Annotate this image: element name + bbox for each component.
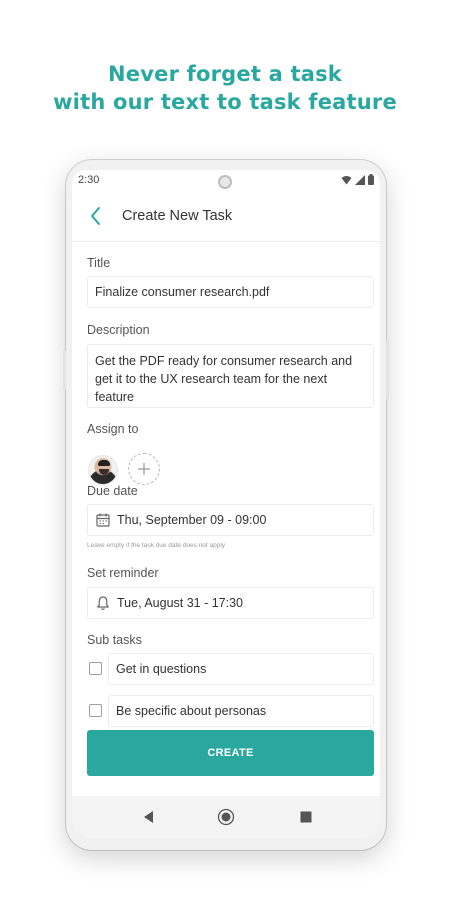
subtask-text: Get in questions [116,662,207,676]
back-triangle-icon[interactable] [140,808,158,826]
bell-icon [97,596,109,610]
status-bar: 2:30 [72,170,380,192]
subtask-field[interactable]: Get in questions [108,653,374,685]
avatar-hair [98,460,110,466]
due-date-field[interactable]: Thu, September 09 - 09:00 [87,504,374,536]
battery-icon [368,174,374,185]
system-nav-bar [72,796,380,838]
reminder-value: Tue, August 31 - 17:30 [117,596,244,610]
create-button[interactable]: CREATE [87,730,374,776]
camera-notch-icon [218,175,232,189]
subtask-row: Get in questions [87,653,374,685]
due-date-value: Thu, September 09 - 09:00 [117,513,267,527]
chevron-left-icon[interactable] [84,204,108,228]
avatar[interactable] [88,455,118,485]
assign-label: Assign to [87,422,139,436]
phone-screen: 2:30 Create New Task Title Finalize cons… [72,170,380,838]
phone-volume-button [386,340,389,400]
title-label: Title [87,256,111,270]
subtask-checkbox[interactable] [89,704,102,717]
status-icons [341,174,374,185]
subtask-row: Be specific about personas [87,695,374,727]
description-field-value: Get the PDF ready for consumer research … [95,354,353,404]
recents-square-icon[interactable] [297,808,315,826]
description-field[interactable]: Get the PDF ready for consumer research … [87,344,374,408]
promo-line-2: with our text to task feature [53,90,397,114]
due-date-label: Due date [87,484,138,498]
due-date-hint: Leave empty if the task due date does no… [87,542,226,549]
avatar-beard [99,469,109,475]
page-title: Create New Task [122,208,233,224]
reminder-field[interactable]: Tue, August 31 - 17:30 [87,587,374,619]
description-label: Description [87,323,150,337]
create-button-label: CREATE [207,747,254,759]
calendar-icon [96,513,110,527]
subtask-text: Be specific about personas [116,704,267,718]
add-assignee-button[interactable] [128,453,160,485]
plus-icon [138,463,150,475]
home-circle-icon[interactable] [217,808,235,826]
subtask-field[interactable]: Be specific about personas [108,695,374,727]
subtask-checkbox[interactable] [89,662,102,675]
title-field-value: Finalize consumer research.pdf [95,285,270,299]
phone-frame: 2:30 Create New Task Title Finalize cons… [63,160,389,850]
cellular-icon [355,174,365,185]
phone-side-button [63,350,66,390]
subtasks-label: Sub tasks [87,633,142,647]
reminder-label: Set reminder [87,566,159,580]
title-field[interactable]: Finalize consumer research.pdf [87,276,374,308]
promo-headline: Never forget a task with our text to tas… [0,60,450,116]
status-time: 2:30 [78,174,100,186]
app-bar: Create New Task [72,192,380,242]
promo-line-1: Never forget a task [108,62,342,86]
wifi-icon [341,175,352,184]
